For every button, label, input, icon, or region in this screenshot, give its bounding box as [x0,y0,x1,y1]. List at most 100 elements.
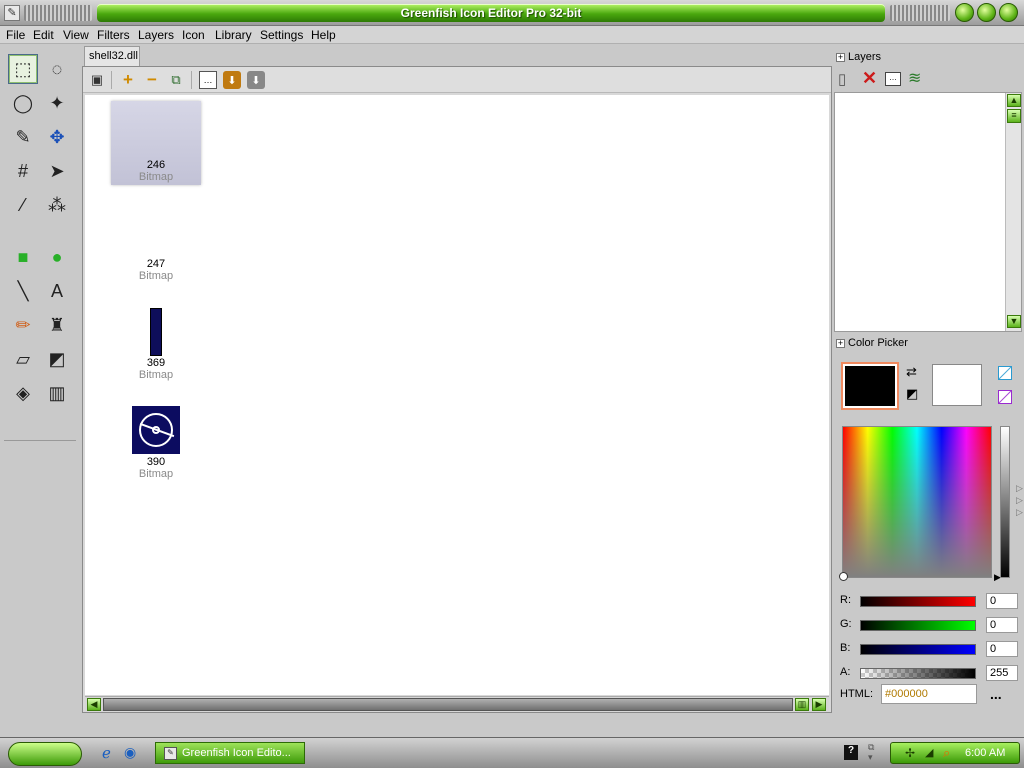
blue-slider[interactable] [860,644,976,655]
menu-icon[interactable]: Icon [182,28,205,42]
scroll-thumb[interactable] [103,698,793,711]
title-bar[interactable]: ✎ Greenfish Icon Editor Pro 32-bit [0,0,1024,26]
export-icon[interactable]: ⬇ [247,71,265,89]
eyedropper-icon[interactable]: ⁄ [8,190,38,220]
remove-icon-button[interactable]: − [143,70,161,89]
html-color-input[interactable]: #000000 [881,684,977,704]
spray-icon[interactable]: ⁂ [42,190,72,220]
reset-colors-icon[interactable]: ◩ [906,386,918,402]
menu-filters[interactable]: Filters [97,28,130,42]
tab-document[interactable]: shell32.dll [84,46,140,66]
alpha-slider[interactable] [860,668,976,679]
icon-thumbnail [111,101,201,159]
icon-item[interactable]: 247 Bitmap [111,200,201,282]
ellipse-icon[interactable]: ● [42,242,72,272]
scroll-up-icon[interactable]: ▲ [1007,94,1021,107]
brush-icon[interactable]: ♜ [42,310,72,340]
icon-item[interactable]: 390 Bitmap [111,398,201,480]
color-spectrum[interactable] [839,426,992,581]
scroll-right-icon[interactable]: ▶ [812,698,826,711]
red-slider[interactable] [860,596,976,607]
crop-icon[interactable]: # [8,156,38,186]
import-icon[interactable]: ⬇ [223,71,241,89]
layers-header[interactable]: + Layers [834,51,1024,69]
scroll-thumb[interactable]: ≡ [1007,109,1021,123]
color-picker-header[interactable]: + Color Picker [834,337,1024,355]
layer-properties-icon[interactable]: … [885,72,901,86]
menu-layers[interactable]: Layers [138,28,174,42]
maximize-button[interactable] [977,3,996,22]
search-icon[interactable]: ⌕ [943,745,950,761]
spectrum-cursor[interactable] [839,572,848,581]
pen-select-icon[interactable]: ✎ [8,122,38,152]
menu-view[interactable]: View [63,28,89,42]
layers-scrollbar[interactable]: ▲ ≡ ▼ [1005,93,1021,331]
clock[interactable]: 6:00 AM [965,747,1005,759]
icon-item[interactable]: 369 Bitmap [111,299,201,381]
transparent-color-icon[interactable] [998,366,1012,380]
line-icon[interactable]: ╲ [8,276,38,306]
menu-settings[interactable]: Settings [260,28,303,42]
merge-layers-icon[interactable]: ≋ [908,68,921,88]
menu-library[interactable]: Library [215,28,252,42]
resample-icon[interactable]: ⧉ [167,71,185,89]
lasso-icon[interactable]: ◯ [8,88,38,118]
menu-help[interactable]: Help [311,28,336,42]
scroll-left-icon[interactable]: ◀ [87,698,101,711]
luminance-arrows-icon[interactable]: ▷ ▷ ▷ [1016,482,1023,518]
menu-edit[interactable]: Edit [33,28,54,42]
green-value[interactable]: 0 [986,617,1018,633]
help-icon[interactable]: ? [844,745,858,760]
network-icon[interactable]: ✢ [905,746,915,760]
text-icon[interactable]: A [42,276,72,306]
icon-item[interactable]: 246 Bitmap [111,101,201,185]
background-color[interactable] [932,364,982,406]
more-button[interactable]: ... [990,686,1002,702]
start-button[interactable] [8,742,82,766]
expand-icon[interactable]: + [836,339,845,348]
gradient-icon[interactable]: ▥ [42,378,72,408]
expand-icon[interactable]: + [836,53,845,62]
rectangle-icon[interactable]: ■ [8,242,38,272]
add-icon-button[interactable]: + [119,70,137,89]
close-button[interactable] [999,3,1018,22]
horizontal-scrollbar[interactable]: ◀ ▥ ▶ [85,696,829,711]
eraser-icon[interactable]: ▱ [8,344,38,374]
magic-wand-icon[interactable]: ✦ [42,88,72,118]
swap-colors-icon[interactable]: ⇄ [906,364,917,380]
new-layer-icon[interactable]: ▯ [838,70,846,88]
volume-icon[interactable]: ◢ [925,746,933,759]
tray-expand-icon[interactable]: ⧉ ▾ [868,742,874,762]
rect-select-icon[interactable]: ⬚ [8,54,38,84]
icon-kind: Bitmap [138,468,174,480]
alpha-channel: A: 255 [840,665,1022,681]
green-slider[interactable] [860,620,976,631]
scroll-down-icon[interactable]: ▼ [1007,315,1021,328]
pencil-icon[interactable]: ✏ [8,310,38,340]
icon-thumbnail [111,200,201,258]
menu-file[interactable]: File [6,28,25,42]
move-icon[interactable]: ✥ [42,122,72,152]
minimize-button[interactable] [955,3,974,22]
save-icon[interactable]: ▣ [88,71,106,89]
red-channel: R: 0 [840,593,1022,609]
ellipse-select-icon[interactable]: ◌ [42,54,72,84]
delete-layer-icon[interactable]: ✕ [862,68,877,89]
foreground-color[interactable] [841,362,899,410]
ie-icon[interactable]: ℯ [102,744,111,762]
red-value[interactable]: 0 [986,593,1018,609]
app-icon[interactable]: ✎ [4,5,20,21]
scroll-grip-icon[interactable]: ▥ [795,698,809,711]
quicklaunch-icon[interactable]: ◉ [124,744,136,761]
fill-icon[interactable]: ◈ [8,378,38,408]
icon-list[interactable]: 246 Bitmap 247 Bitmap 369 Bitmap 390 Bitmap [85,95,829,695]
color-swap-icon[interactable]: ◩ [42,344,72,374]
layers-list[interactable]: ▲ ≡ ▼ [834,92,1022,332]
pointer-icon[interactable]: ➤ [42,156,72,186]
taskbar-app-button[interactable]: ✎ Greenfish Icon Edito... [155,742,305,764]
invert-color-icon[interactable] [998,390,1012,404]
blue-value[interactable]: 0 [986,641,1018,657]
luminance-slider[interactable] [1000,426,1010,578]
properties-icon[interactable]: … [199,71,217,89]
alpha-value[interactable]: 255 [986,665,1018,681]
